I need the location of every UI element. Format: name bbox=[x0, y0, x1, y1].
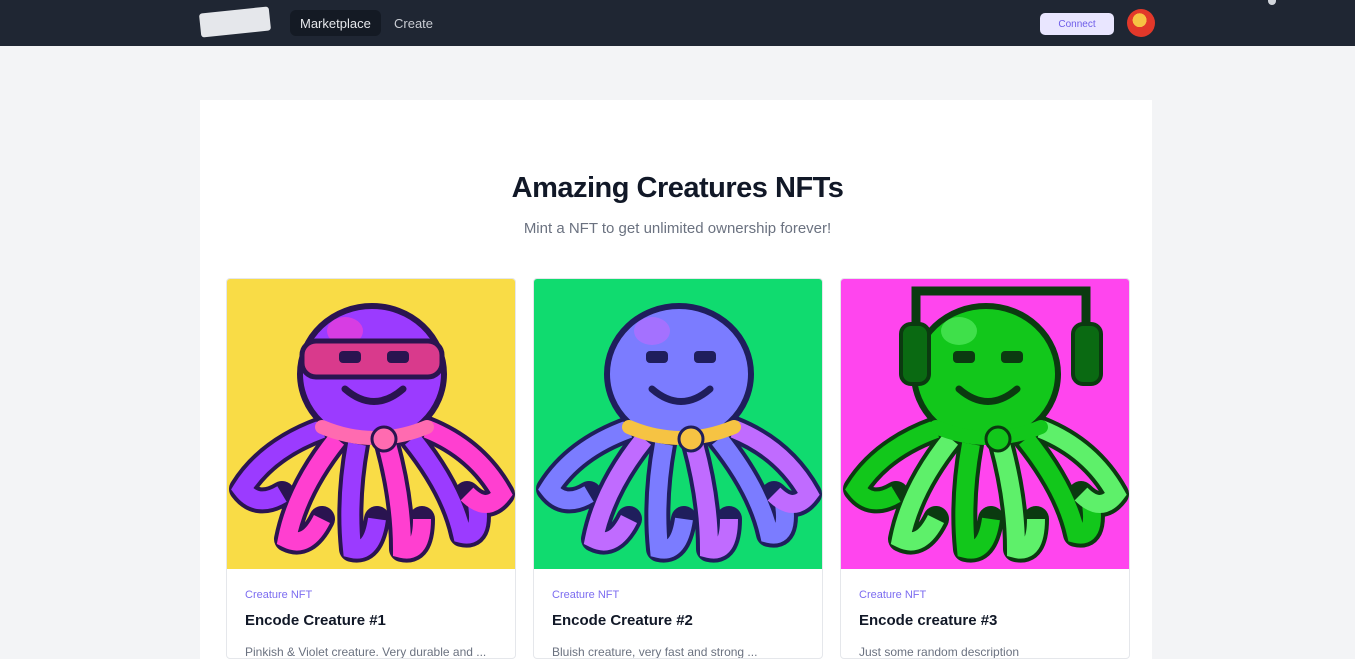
page-title: Amazing Creatures NFTs bbox=[511, 172, 844, 204]
nft-image[interactable] bbox=[841, 279, 1130, 569]
nft-card[interactable]: Creature NFT Encode Creature #1 Pinkish … bbox=[226, 278, 516, 659]
card-category: Creature NFT bbox=[245, 589, 313, 601]
nft-card[interactable]: Creature NFT Encode creature #3 Just som… bbox=[840, 278, 1130, 659]
connect-wallet-button[interactable]: Connect bbox=[1040, 13, 1114, 35]
nav-link-create[interactable]: Create bbox=[384, 10, 443, 36]
card-category: Creature NFT bbox=[859, 589, 927, 601]
card-category: Creature NFT bbox=[552, 589, 620, 601]
top-navbar: Marketplace Create Connect bbox=[0, 0, 1355, 46]
site-logo[interactable] bbox=[198, 6, 272, 38]
card-title: Encode Creature #1 bbox=[245, 612, 386, 629]
nft-card[interactable]: Creature NFT Encode Creature #2 Bluish c… bbox=[533, 278, 823, 659]
card-title: Encode creature #3 bbox=[859, 612, 998, 629]
nav-link-marketplace[interactable]: Marketplace bbox=[290, 10, 381, 36]
user-avatar[interactable] bbox=[1127, 9, 1155, 37]
nft-image[interactable] bbox=[534, 279, 823, 569]
card-description: Just some random description bbox=[859, 645, 1020, 659]
page-subtitle: Mint a NFT to get unlimited ownership fo… bbox=[523, 220, 832, 237]
nft-image[interactable] bbox=[227, 279, 516, 569]
card-description: Pinkish & Violet creature. Very durable … bbox=[245, 645, 487, 659]
card-title: Encode Creature #2 bbox=[552, 612, 693, 629]
card-description: Bluish creature, very fast and strong ..… bbox=[552, 645, 758, 659]
